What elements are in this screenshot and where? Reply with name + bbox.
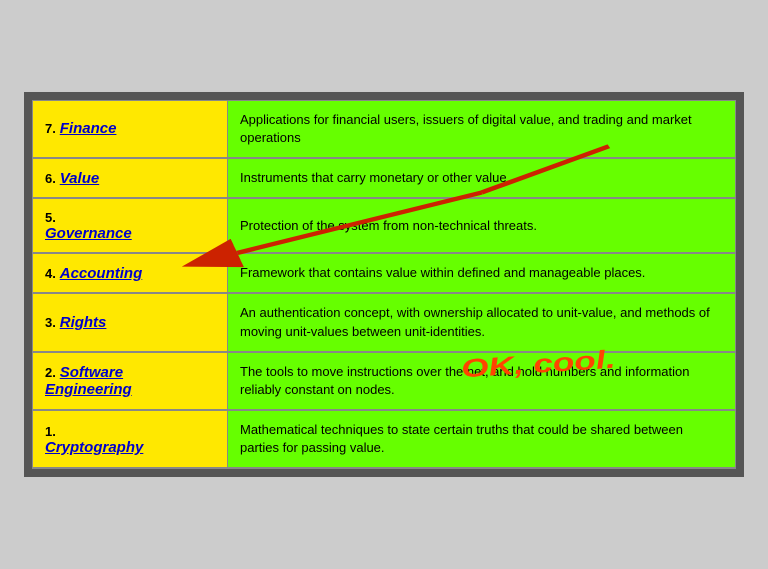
row-3-label: 3. Rights (33, 293, 228, 351)
row-2-label: 2. SoftwareEngineering (33, 352, 228, 410)
value-link[interactable]: Value (60, 170, 99, 187)
row-6-desc: Instruments that carry monetary or other… (228, 158, 736, 198)
row-7-desc: Applications for financial users, issuer… (228, 100, 736, 158)
row-5-desc: Protection of the system from non-techni… (228, 198, 736, 253)
row-3-desc: An authentication concept, with ownershi… (228, 293, 736, 351)
table-row: 7. Finance Applications for financial us… (33, 100, 736, 158)
table-row: 6. Value Instruments that carry monetary… (33, 158, 736, 198)
row-3-number: 3. (45, 315, 56, 330)
software-engineering-link[interactable]: SoftwareEngineering (45, 364, 132, 398)
table-row: 1. Cryptography Mathematical techniques … (33, 410, 736, 468)
row-7-number: 7. (45, 121, 56, 136)
row-2-desc: The tools to move instructions over the … (228, 352, 736, 410)
table-row: 3. Rights An authentication concept, wit… (33, 293, 736, 351)
cryptography-link[interactable]: Cryptography (45, 439, 143, 456)
accounting-link[interactable]: Accounting (60, 265, 143, 282)
row-5-label: 5. Governance (33, 198, 228, 253)
row-6-number: 6. (45, 171, 56, 186)
row-7-label: 7. Finance (33, 100, 228, 158)
row-4-desc: Framework that contains value within def… (228, 253, 736, 293)
row-1-label: 1. Cryptography (33, 410, 228, 468)
row-4-label: 4. Accounting (33, 253, 228, 293)
table-row: 5. Governance Protection of the system f… (33, 198, 736, 253)
row-5-number: 5. (45, 210, 56, 225)
rights-link[interactable]: Rights (60, 314, 107, 331)
row-1-number: 1. (45, 424, 56, 439)
layers-table: 7. Finance Applications for financial us… (32, 100, 736, 470)
table-row: 4. Accounting Framework that contains va… (33, 253, 736, 293)
table-row: 2. SoftwareEngineering The tools to move… (33, 352, 736, 410)
row-4-number: 4. (45, 266, 56, 281)
row-2-number: 2. (45, 365, 56, 380)
row-1-desc: Mathematical techniques to state certain… (228, 410, 736, 468)
finance-link[interactable]: Finance (60, 120, 117, 137)
row-6-label: 6. Value (33, 158, 228, 198)
governance-link[interactable]: Governance (45, 225, 132, 242)
